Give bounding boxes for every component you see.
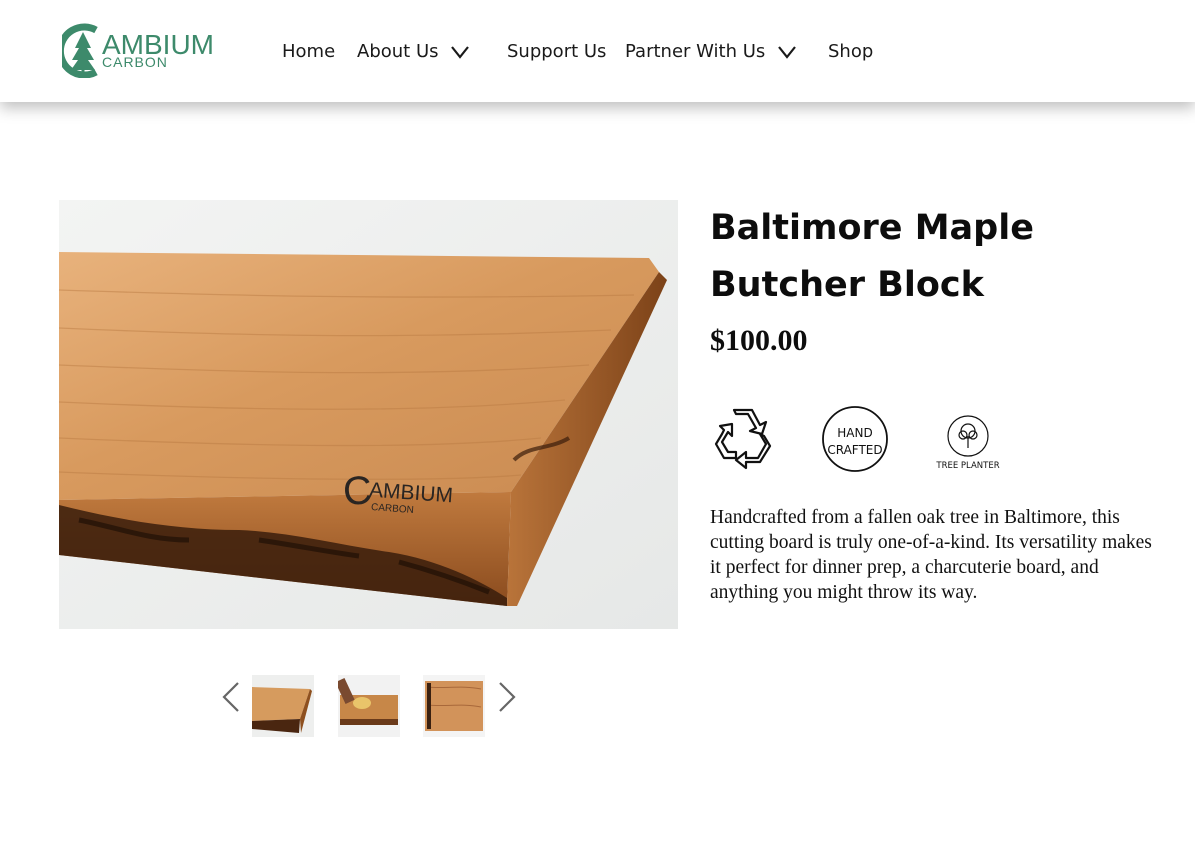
nav-about-us-label: About Us bbox=[357, 41, 439, 62]
nav-home[interactable]: Home bbox=[282, 40, 335, 64]
nav-partner-with-us-label: Partner With Us bbox=[625, 41, 766, 62]
chevron-right-icon[interactable] bbox=[496, 680, 518, 714]
nav-support-us[interactable]: Support Us bbox=[507, 40, 606, 64]
chevron-down-icon bbox=[778, 46, 796, 59]
thumbnail-carousel bbox=[220, 672, 520, 738]
tree-planter-label: TREE PLANTER bbox=[935, 461, 999, 471]
chevron-left-icon[interactable] bbox=[220, 680, 242, 714]
handcrafted-badge-line2: CRAFTED bbox=[827, 443, 882, 457]
nav-shop[interactable]: Shop bbox=[828, 40, 873, 64]
handcrafted-badge-icon: HAND CRAFTED bbox=[820, 404, 890, 479]
product-badges: HAND CRAFTED TREE PLANTER bbox=[708, 404, 1008, 476]
thumbnail-board-cutting[interactable] bbox=[338, 675, 400, 737]
product-title: Baltimore Maple Butcher Block bbox=[710, 208, 1034, 305]
thumbnail-board-angled[interactable] bbox=[252, 675, 314, 737]
nav-about-us[interactable]: About Us bbox=[357, 40, 470, 64]
handcrafted-badge-line1: HAND bbox=[837, 426, 872, 440]
nav-shop-label: Shop bbox=[828, 41, 874, 62]
site-header: AMBIUM CARBON Home About Us Support Us P… bbox=[0, 0, 1195, 102]
thumbnail-board-topdown[interactable] bbox=[423, 675, 485, 737]
tree-planter-icon: TREE PLANTER bbox=[930, 404, 1006, 479]
cambium-carbon-logo[interactable]: AMBIUM CARBON bbox=[62, 22, 234, 78]
product-price: $100.00 bbox=[710, 324, 808, 357]
nav-home-label: Home bbox=[282, 41, 336, 62]
product-main-image[interactable]: C AMBIUM CARBON bbox=[59, 200, 678, 629]
nav-partner-with-us[interactable]: Partner With Us bbox=[625, 40, 797, 64]
nav-support-us-label: Support Us bbox=[507, 41, 607, 62]
chevron-down-icon bbox=[451, 46, 470, 59]
logo-secondary-text: CARBON bbox=[102, 54, 168, 70]
recycle-icon bbox=[708, 404, 778, 479]
product-description: Handcrafted from a fallen oak tree in Ba… bbox=[710, 507, 1152, 603]
